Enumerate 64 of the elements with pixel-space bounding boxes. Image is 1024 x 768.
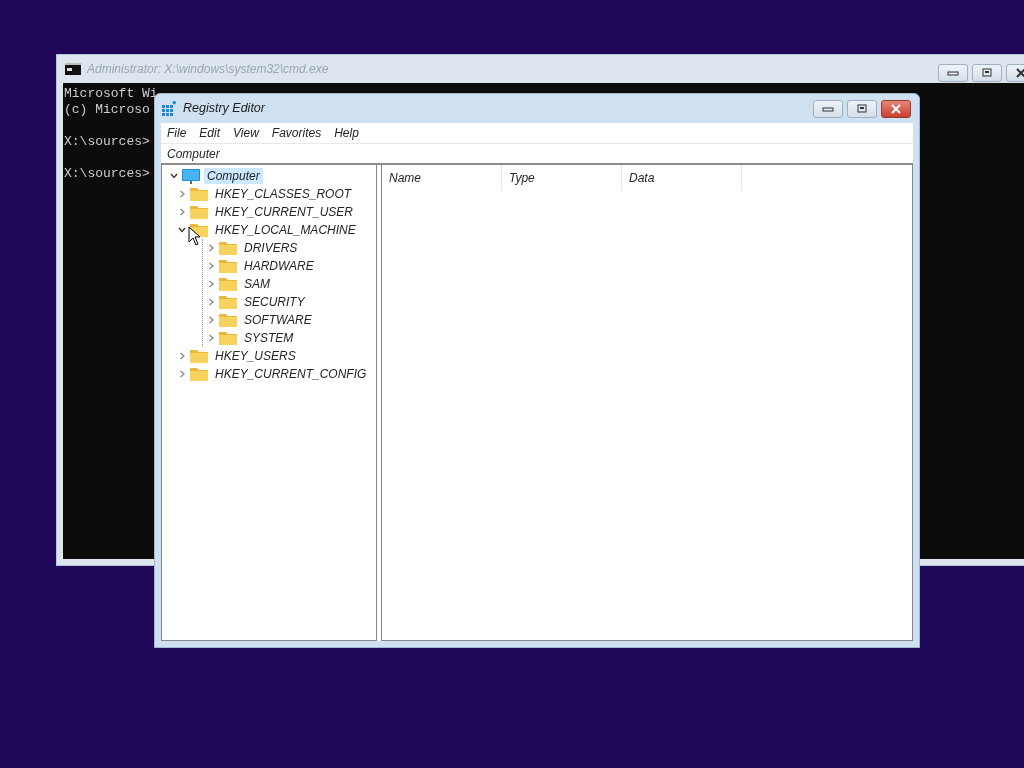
window-title: Registry Editor — [183, 100, 265, 118]
tree-item[interactable]: HKEY_CURRENT_CONFIG — [212, 366, 370, 382]
minimize-icon — [947, 70, 959, 76]
console-line: X:\sources> — [64, 134, 150, 150]
maximize-button[interactable] — [972, 64, 1002, 82]
folder-icon — [219, 241, 237, 255]
menu-item[interactable]: View — [233, 124, 266, 142]
maximize-icon — [856, 103, 868, 114]
folder-icon — [190, 187, 208, 201]
maximize-button[interactable] — [847, 99, 877, 118]
chevron-right-icon[interactable] — [207, 334, 215, 342]
tree-item[interactable]: HKEY_CLASSES_ROOT — [212, 186, 355, 202]
console-line: (c) Microso — [64, 102, 150, 118]
chevron-right-icon[interactable] — [207, 262, 215, 270]
chevron-right-icon[interactable] — [178, 208, 186, 216]
tree-item[interactable]: HKEY_LOCAL_MACHINE — [212, 222, 359, 238]
computer-icon — [182, 168, 200, 184]
folder-icon — [190, 205, 208, 219]
folder-icon — [219, 331, 237, 345]
minimize-icon — [822, 105, 834, 112]
console-line: Microsoft Wi — [64, 86, 158, 102]
minimize-button[interactable] — [938, 64, 968, 82]
close-icon — [891, 103, 901, 114]
close-button[interactable] — [881, 99, 911, 118]
mouse-pointer-icon — [188, 226, 201, 246]
chevron-right-icon[interactable] — [178, 370, 186, 378]
tree-item[interactable]: Computer — [204, 168, 263, 184]
menu-item[interactable]: Help — [334, 124, 366, 142]
chevron-right-icon[interactable] — [207, 280, 215, 288]
folder-icon — [219, 295, 237, 309]
minimize-button[interactable] — [813, 99, 843, 118]
registry-icon — [161, 100, 177, 117]
chevron-right-icon[interactable] — [178, 352, 186, 360]
folder-icon — [219, 259, 237, 273]
chevron-down-icon[interactable] — [178, 226, 186, 234]
tree-item[interactable]: HARDWARE — [241, 258, 317, 274]
menu-item[interactable]: Edit — [199, 124, 228, 142]
menu-item[interactable]: Favorites — [271, 124, 329, 142]
column-header[interactable]: Type — [502, 165, 622, 191]
folder-icon — [190, 349, 208, 363]
console-line: X:\sources> — [64, 166, 150, 182]
column-header[interactable]: Data — [622, 165, 742, 191]
folder-icon — [219, 277, 237, 291]
tree-item[interactable]: DRIVERS — [241, 240, 301, 256]
chevron-down-icon[interactable] — [170, 172, 178, 180]
menu-item[interactable]: File — [167, 124, 194, 142]
console-icon — [65, 63, 81, 75]
chevron-right-icon[interactable] — [207, 316, 215, 324]
column-header[interactable]: Name — [382, 165, 502, 191]
tree-item[interactable]: SECURITY — [241, 294, 308, 310]
tree-item[interactable]: HKEY_USERS — [212, 348, 299, 364]
close-icon — [1016, 68, 1024, 78]
window-title: Administrator: X:\windows\system32\cmd.exe — [87, 61, 329, 78]
address-bar[interactable]: Computer — [161, 143, 913, 163]
tree-item[interactable]: HKEY_CURRENT_USER — [212, 204, 357, 220]
tree-item[interactable]: SOFTWARE — [241, 312, 315, 328]
chevron-right-icon[interactable] — [207, 244, 215, 252]
tree-item[interactable]: SAM — [241, 276, 273, 292]
folder-icon — [190, 367, 208, 381]
chevron-right-icon[interactable] — [178, 190, 186, 198]
folder-icon — [219, 313, 237, 327]
tree-item[interactable]: SYSTEM — [241, 330, 297, 346]
maximize-icon — [981, 68, 993, 78]
chevron-right-icon[interactable] — [207, 298, 215, 306]
